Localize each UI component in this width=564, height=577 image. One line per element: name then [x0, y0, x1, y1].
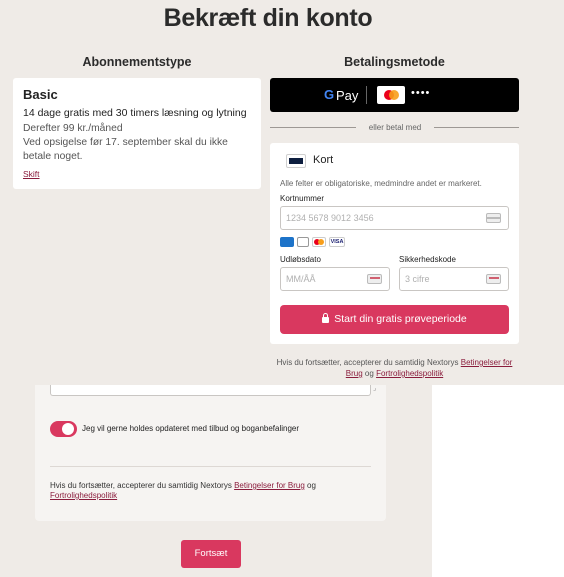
resize-handle-icon: ⌟: [373, 385, 377, 392]
card-number-input[interactable]: [280, 206, 509, 230]
mastercard-icon: [377, 86, 405, 104]
google-pay-button[interactable]: G Pay ••••: [270, 78, 519, 112]
visa-icon: VISA: [329, 237, 345, 247]
plan-card: Basic 14 dage gratis med 30 timers læsni…: [13, 78, 261, 189]
form-terms-prefix: Hvis du fortsætter, accepterer du samtid…: [50, 481, 232, 490]
cvc-label: Sikkerhedskode: [399, 255, 456, 264]
payment-terms-text: Hvis du fortsætter, accepterer du samtid…: [270, 357, 519, 379]
masked-card-number: ••••: [411, 87, 431, 99]
or-divider-right: [434, 127, 519, 128]
expiry-card-icon: [367, 274, 382, 284]
google-pay-label: Pay: [336, 88, 359, 103]
white-overlay-block: [432, 385, 564, 577]
card-number-label: Kortnummer: [280, 194, 325, 203]
or-divider-left: [270, 127, 356, 128]
card-number-icon: [486, 213, 501, 223]
form-privacy-link[interactable]: Fortrolighedspolitik: [50, 491, 117, 500]
toggle-knob: [62, 423, 74, 435]
mastercard-circle-orange: [389, 90, 399, 100]
continue-button[interactable]: Fortsæt: [181, 540, 241, 568]
change-plan-link[interactable]: Skift: [23, 169, 40, 179]
start-trial-button[interactable]: Start din gratis prøveperiode: [280, 305, 509, 334]
plan-name: Basic: [23, 87, 58, 102]
gpay-separator: [366, 86, 367, 104]
payment-terms-and: og: [364, 369, 374, 378]
credit-card-icon: [286, 154, 306, 168]
lock-icon: [322, 313, 330, 323]
newsletter-label: Jeg vil gerne holdes opdateret med tilbu…: [82, 424, 300, 433]
start-trial-label: Start din gratis prøveperiode: [334, 313, 467, 325]
dankort-icon: [280, 237, 294, 247]
account-form-panel: ⌟ Jeg vil gerne holdes opdateret med til…: [35, 385, 386, 521]
payment-privacy-link[interactable]: Fortrolighedspolitik: [376, 369, 443, 378]
google-g-icon: G: [324, 87, 335, 102]
jcb-icon: [297, 237, 309, 247]
form-terms-and: og: [307, 481, 316, 490]
payment-heading: Betalingsmetode: [344, 55, 445, 69]
form-terms-link[interactable]: Betingelser for Brug: [234, 481, 305, 490]
plan-trial-text: 14 dage gratis med 30 timers læsning og …: [23, 107, 247, 119]
plan-cancel-text: Ved opsigelse før 17. september skal du …: [23, 137, 228, 162]
form-input-partial[interactable]: ⌟: [50, 385, 376, 396]
cvc-card-icon: [486, 274, 501, 284]
brand-mastercard-icon: [312, 237, 326, 247]
card-payment-panel: Kort Alle felter er obligatoriske, medmi…: [270, 143, 519, 344]
or-pay-with-text: eller betal med: [368, 123, 422, 132]
newsletter-toggle[interactable]: [50, 421, 77, 437]
brand-mc-orange: [318, 239, 324, 245]
expiry-label: Udløbsdato: [280, 255, 321, 264]
required-fields-note: Alle felter er obligatoriske, medmindre …: [280, 179, 482, 188]
form-terms-text: Hvis du fortsætter, accepterer du samtid…: [50, 481, 370, 501]
plan-price-text: Derefter 99 kr./måned: [23, 123, 123, 134]
payment-terms-prefix: Hvis du fortsætter, accepterer du samtid…: [276, 358, 459, 367]
page-title: Bekræft din konto: [163, 4, 373, 32]
card-title: Kort: [313, 154, 334, 166]
form-divider: [50, 466, 371, 467]
subscription-heading: Abonnementstype: [82, 55, 192, 69]
